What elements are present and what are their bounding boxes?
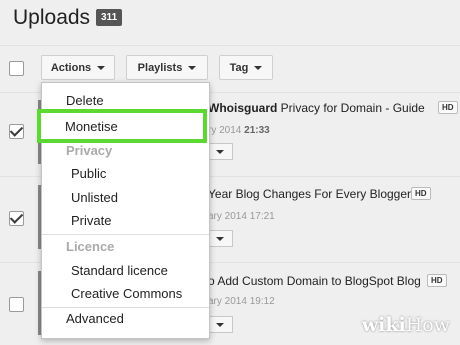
video-row-checkbox[interactable]	[9, 124, 24, 139]
chevron-down-icon	[216, 149, 224, 154]
header-divider	[0, 45, 460, 46]
video-title[interactable]: o Add Custom Domain to BlogSpot Blog	[208, 274, 421, 288]
tag-button-label: Tag	[229, 61, 249, 74]
playlists-button[interactable]: Playlists	[126, 55, 208, 80]
video-options-dropdown[interactable]	[207, 316, 233, 333]
menu-item-unlisted[interactable]: Unlisted	[71, 190, 118, 205]
video-options-dropdown[interactable]	[207, 143, 233, 160]
menu-item-creative-commons[interactable]: Creative Commons	[71, 286, 182, 301]
menu-header-privacy: Privacy	[66, 143, 113, 158]
tag-button[interactable]: Tag	[219, 55, 273, 80]
hd-badge: HD	[438, 101, 458, 114]
video-date: ary 2014 19:12	[208, 296, 275, 307]
menu-item-delete[interactable]: Delete	[66, 93, 104, 108]
wikihow-watermark: wikiHow	[361, 314, 450, 336]
video-date: ary 2014 17:21	[208, 211, 275, 222]
video-options-dropdown[interactable]	[207, 230, 233, 247]
video-title[interactable]: Whoisguard Privacy for Domain - Guide	[208, 101, 425, 115]
chevron-down-icon	[216, 322, 224, 327]
video-row-checkbox[interactable]	[9, 297, 24, 312]
menu-item-standard-licence[interactable]: Standard licence	[71, 263, 168, 278]
menu-item-monetise-label: Monetise	[65, 119, 118, 134]
chevron-down-icon	[254, 65, 263, 70]
menu-divider	[42, 234, 209, 235]
video-row-checkbox[interactable]	[9, 211, 24, 226]
video-date: ry 2014 21:33	[208, 125, 270, 136]
actions-button-label: Actions	[50, 61, 92, 74]
video-title[interactable]: Year Blog Changes For Every Blogger	[208, 187, 411, 201]
menu-divider	[42, 307, 209, 308]
chevron-down-icon	[216, 236, 224, 241]
page-title: Uploads	[13, 6, 91, 29]
upload-count-badge: 311	[96, 9, 123, 26]
actions-button[interactable]: Actions	[41, 55, 115, 80]
hd-badge: HD	[427, 274, 447, 287]
playlists-button-label: Playlists	[137, 61, 183, 74]
menu-item-advanced[interactable]: Advanced	[66, 311, 124, 326]
chevron-down-icon	[97, 65, 106, 70]
chevron-down-icon	[188, 65, 197, 70]
menu-item-public[interactable]: Public	[71, 166, 106, 181]
select-all-checkbox[interactable]	[9, 61, 24, 76]
menu-item-private[interactable]: Private	[71, 213, 111, 228]
menu-item-monetise[interactable]: Monetise	[37, 109, 207, 143]
menu-header-licence: Licence	[66, 239, 115, 254]
hd-badge: HD	[411, 187, 431, 200]
